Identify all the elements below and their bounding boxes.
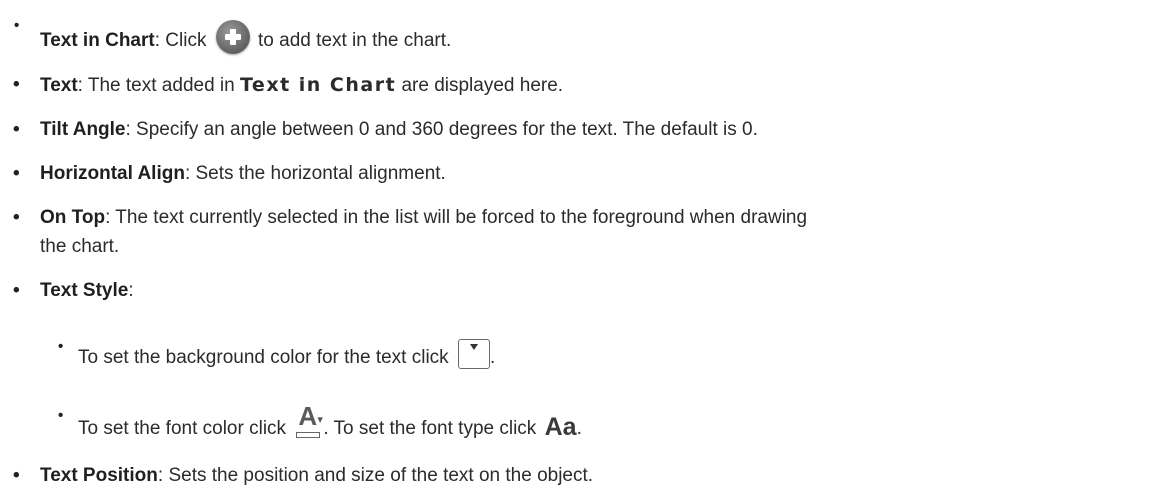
item-text: : Specify an angle between 0 and 360 deg…	[125, 119, 758, 140]
item-label: Text	[40, 75, 78, 96]
item-text: : Sets the horizontal alignment.	[184, 163, 446, 184]
sub-item-suffix: .	[576, 418, 582, 439]
sub-item-text-b: . To set the font type click	[323, 418, 542, 439]
bullet: •	[13, 74, 20, 95]
item-label: Text Style	[40, 280, 129, 301]
bullet: •	[13, 119, 20, 140]
bullet: •	[13, 465, 20, 486]
item-text: : Click	[154, 30, 212, 51]
sub-item-text: To set the background color for the text…	[78, 347, 454, 368]
bullet: •	[13, 163, 20, 184]
item-label: On Top	[40, 207, 106, 228]
dropdown-box-icon	[457, 339, 490, 369]
item-text: : Sets the position and size of the text…	[157, 465, 594, 486]
plus-circle-icon	[215, 20, 250, 54]
item-text: : The text currently selected in the lis…	[105, 207, 808, 228]
bullet: •	[13, 280, 20, 301]
item-text: :	[128, 280, 134, 301]
font-type-icon: Aa	[544, 413, 577, 441]
item-text-after: to add text in the chart.	[252, 30, 452, 51]
sub-item-suffix: .	[489, 347, 496, 368]
inline-reference: Text in Chart	[240, 74, 397, 96]
font-color-icon: A ▾	[295, 403, 323, 440]
item-text-continued: the chart.	[40, 236, 120, 257]
item-label: Text in Chart	[40, 30, 155, 51]
item-label: Tilt Angle	[40, 119, 126, 140]
item-text-after: are displayed here.	[396, 75, 564, 96]
bullet: •	[58, 338, 64, 355]
bullet: •	[58, 407, 64, 424]
bullet: •	[13, 207, 20, 228]
sub-item-text: To set the font color click	[78, 418, 292, 439]
item-text: : The text added in	[77, 75, 240, 96]
item-label: Text Position	[40, 465, 158, 486]
item-label: Horizontal Align	[40, 163, 185, 184]
bullet: •	[14, 17, 20, 34]
